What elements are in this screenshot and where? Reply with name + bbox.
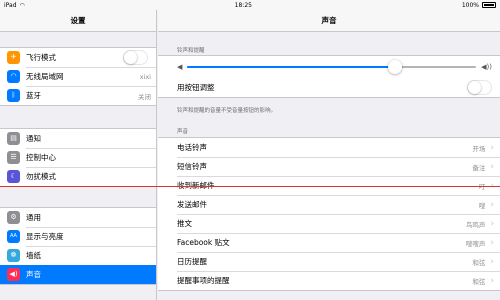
sidebar-item-label: 显示与亮度 [26,232,64,241]
chevron-right-icon: › [490,199,494,210]
sound-row-label: 提醒事项的提醒 [177,276,230,285]
sound-row[interactable]: 日历提醒 和弦 › [158,252,500,271]
sound-row[interactable]: Facebook 贴文 嗖嗖声 › [158,233,500,252]
sidebar-item-value: xixi [139,72,151,81]
do-not-disturb-icon: ☾ [7,170,20,183]
sound-row[interactable]: 短信铃声 备注 › [158,157,500,176]
chevron-right-icon: › [490,161,494,172]
device-name: iPad [4,1,17,9]
sound-settings-pane: 声音 铃声和提醒 ◀ ◀)) 用按钮调整 铃声和提醒的音量不受音量按钮的影响。 … [158,0,500,300]
wallpaper-icon: ❁ [7,249,20,262]
control-center-icon: ☰ [7,151,20,164]
volume-low-icon: ◀ [177,63,183,71]
detail-title: 声音 [321,16,337,25]
sidebar-item-wifi[interactable]: ◠ 无线局域网 xixi [0,67,156,86]
bluetooth-icon: ᛒ [7,89,20,102]
wifi-signal-icon: ◠ [19,1,25,9]
settings-group: ⚙ 通用 AA 显示与亮度 ❁ 墙纸 ◀) 声音 [0,207,156,285]
sound-row-value: 和弦 [472,277,486,286]
sidebar-item-label: 勿扰模式 [26,172,56,181]
volume-slider-row: ◀ ◀)) [158,56,500,78]
chevron-right-icon: › [490,256,494,267]
sound-row-label: 短信铃声 [177,162,207,171]
display-icon: AA [7,230,20,243]
sound-row-value: 嗖 [478,201,486,210]
chevron-right-icon: › [490,237,494,248]
airplane-icon: ✈ [7,51,20,64]
toggle-knob [124,51,137,64]
sound-row-label: 发送邮件 [177,200,207,209]
detail-navbar: 声音 [158,10,500,32]
chevron-right-icon: › [490,275,494,286]
ringer-section-header: 铃声和提醒 [177,48,205,54]
sidebar-item-display[interactable]: AA 显示与亮度 [0,227,156,246]
sounds-group: 电话铃声开场›短信铃声备注›收到新邮件叮›发送邮件嗖›推文鸟鸣声›Faceboo… [158,137,500,291]
sound-row-value: 开场 [472,144,486,153]
sounds-section-header: 声音 [177,129,189,135]
sound-row[interactable]: 电话铃声 开场 › [158,138,500,157]
chevron-right-icon: › [490,142,494,153]
settings-group: ✈ 飞行模式 ◠ 无线局域网 xixi ᛒ 蓝牙 关闭 [0,47,156,106]
status-right: 100% [462,2,496,9]
sound-row-label: 推文 [177,219,192,228]
sound-row-value: 嗖嗖声 [465,239,486,248]
sidebar-item-gear[interactable]: ⚙ 通用 [0,208,156,227]
sidebar-title: 设置 [70,16,86,25]
sidebar-item-label: 蓝牙 [26,91,41,100]
sound-row[interactable]: 推文 鸟鸣声 › [158,214,500,233]
ringer-group: ◀ ◀)) 用按钮调整 [158,55,500,98]
settings-group: ▤ 通知 ☰ 控制中心 ☾ 勿扰模式 [0,128,156,187]
status-left: iPad ◠ [4,2,25,9]
sidebar-item-label: 通知 [26,134,41,143]
notifications-icon: ▤ [7,132,20,145]
sidebar-item-control-center[interactable]: ☰ 控制中心 [0,148,156,167]
volume-slider[interactable] [187,60,477,74]
sidebar-item-label: 声音 [26,270,41,279]
sound-row-label: Facebook 贴文 [177,238,230,247]
sidebar-item-value: 关闭 [138,92,151,101]
wifi-icon: ◠ [7,70,20,83]
sidebar-item-label: 无线局域网 [26,72,64,81]
sidebar-item-notifications[interactable]: ▤ 通知 [0,129,156,148]
status-bar: iPad ◠ 18:25 100% [0,0,500,10]
button-adjust-toggle[interactable] [467,80,492,95]
sound-row-label: 电话铃声 [177,143,207,152]
volume-high-icon: ◀)) [481,63,492,71]
sound-icon: ◀) [7,268,20,281]
sound-row-label: 日历提醒 [177,257,207,266]
sidebar-item-sound[interactable]: ◀) 声音 [0,265,156,284]
battery-percent: 100% [461,1,479,9]
sidebar-item-label: 飞行模式 [26,53,56,62]
airplane-mode-toggle[interactable] [123,50,148,65]
ringer-footnote: 铃声和提醒的音量不受音量按钮的影响。 [177,108,277,114]
sound-row[interactable]: 发送邮件 嗖 › [158,195,500,214]
sound-row[interactable]: 提醒事项的提醒 和弦 › [158,271,500,290]
sidebar-item-label: 墙纸 [26,251,41,260]
battery-icon [482,2,496,8]
button-adjust-label: 用按钮调整 [177,83,215,92]
volume-slider-fill [187,66,396,68]
sidebar-item-wallpaper[interactable]: ❁ 墙纸 [0,246,156,265]
settings-sidebar: 设置 ✈ 飞行模式 ◠ 无线局域网 xixi ᛒ 蓝牙 关闭 ▤ 通知 ☰ 控制中心 ☾ 勿扰模式 ⚙ 通用 A… [0,0,157,300]
sidebar-item-bluetooth[interactable]: ᛒ 蓝牙 关闭 [0,86,156,105]
sidebar-navbar: 设置 [0,10,156,32]
button-adjust-row: 用按钮调整 [158,78,500,97]
sidebar-item-airplane[interactable]: ✈ 飞行模式 [0,48,156,67]
toggle-knob [468,81,481,94]
red-guide-line [0,186,500,187]
status-time: 18:25 [234,1,252,9]
chevron-right-icon: › [490,218,494,229]
volume-slider-thumb[interactable] [388,60,403,74]
sound-row-value: 备注 [472,163,486,172]
sidebar-item-do-not-disturb[interactable]: ☾ 勿扰模式 [0,167,156,186]
sidebar-item-label: 控制中心 [26,153,56,162]
sound-row-value: 和弦 [472,258,486,267]
sound-row-value: 鸟鸣声 [465,220,486,229]
sidebar-item-label: 通用 [26,213,41,222]
gear-icon: ⚙ [7,211,20,224]
